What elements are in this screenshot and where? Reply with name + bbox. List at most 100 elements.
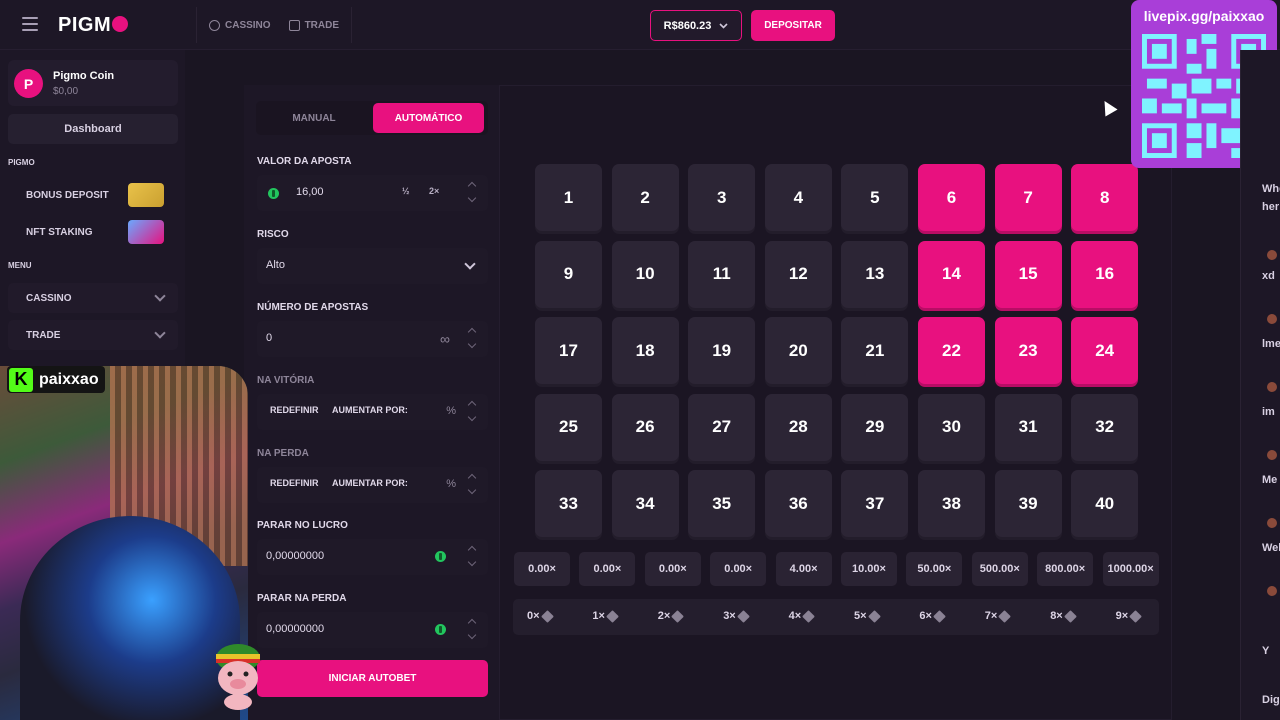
stop-profit-field[interactable]: 0,00000000 bbox=[257, 539, 488, 575]
start-autobet-button[interactable]: INICIAR AUTOBET bbox=[257, 660, 488, 697]
gem-icon bbox=[540, 609, 554, 623]
keno-tile[interactable]: 1 bbox=[535, 164, 602, 231]
stop-profit-value[interactable]: 0,00000000 bbox=[266, 550, 324, 562]
keno-tile[interactable]: 11 bbox=[688, 240, 756, 308]
coin-balance: $0,00 bbox=[53, 86, 79, 97]
keno-tile[interactable]: 17 bbox=[535, 317, 602, 385]
bet-amount-value[interactable]: 16,00 bbox=[296, 186, 324, 198]
hit-count-label: 5× bbox=[854, 610, 867, 622]
chat-message: Y bbox=[1262, 645, 1270, 657]
keno-tile[interactable]: 6 bbox=[918, 164, 985, 231]
num-bets-value[interactable]: 0 bbox=[266, 332, 272, 344]
keno-tile[interactable]: 34 bbox=[611, 470, 679, 538]
percent-sign: % bbox=[446, 478, 456, 490]
keno-tile[interactable]: 32 bbox=[1071, 393, 1139, 461]
sidebar-item-nft-staking[interactable]: NFT STAKING bbox=[8, 217, 178, 247]
keno-tile[interactable]: 26 bbox=[611, 393, 679, 461]
balance-selector[interactable]: R$860.23 bbox=[650, 10, 742, 41]
hit-count-cell: 0× bbox=[527, 609, 554, 623]
keno-tile[interactable]: 15 bbox=[994, 240, 1062, 308]
keno-tile[interactable]: 4 bbox=[764, 164, 832, 231]
menu-icon[interactable] bbox=[22, 17, 38, 31]
gift-chest-icon bbox=[128, 183, 164, 207]
nav-trade[interactable]: TRADE bbox=[288, 19, 339, 31]
keno-tile[interactable]: 5 bbox=[841, 164, 909, 231]
keno-tile[interactable]: 7 bbox=[994, 164, 1062, 231]
keno-tile[interactable]: 13 bbox=[841, 240, 909, 308]
keno-tile[interactable]: 8 bbox=[1071, 164, 1139, 231]
keno-tile[interactable]: 23 bbox=[994, 317, 1062, 385]
on-loss-stepper[interactable] bbox=[466, 473, 478, 497]
hit-count-label: 8× bbox=[1050, 610, 1063, 622]
keno-tile[interactable]: 30 bbox=[918, 393, 985, 461]
keno-tile[interactable]: 35 bbox=[688, 470, 756, 538]
keno-tile[interactable]: 2 bbox=[611, 164, 679, 231]
hits-row: 0× 1× 2× 3× 4× 5× 6× 7× 8× 9× bbox=[513, 599, 1159, 635]
on-loss-field[interactable]: REDEFINIR AUMENTAR POR: % bbox=[257, 467, 488, 503]
keno-tile[interactable]: 14 bbox=[918, 240, 985, 308]
chat-avatar-icon bbox=[1267, 382, 1277, 392]
chevron-down-icon bbox=[719, 22, 728, 29]
stop-profit-stepper[interactable] bbox=[466, 545, 478, 569]
keno-tile[interactable]: 28 bbox=[764, 393, 832, 461]
hit-count-cell: 1× bbox=[592, 609, 619, 623]
keno-tile[interactable]: 16 bbox=[1071, 240, 1139, 308]
double-button[interactable]: 2× bbox=[429, 186, 439, 196]
keno-tile[interactable]: 22 bbox=[918, 317, 985, 385]
tab-manual[interactable]: MANUAL bbox=[256, 101, 372, 135]
chat-avatar-icon bbox=[1267, 518, 1277, 528]
keno-tile[interactable]: 36 bbox=[764, 470, 832, 538]
bet-stepper[interactable] bbox=[466, 181, 478, 205]
keno-tile[interactable]: 20 bbox=[764, 317, 832, 385]
nft-staking-label: NFT STAKING bbox=[26, 226, 93, 238]
half-button[interactable]: ½ bbox=[402, 186, 410, 196]
keno-tile[interactable]: 27 bbox=[688, 393, 756, 461]
bet-amount-field[interactable]: 16,00 ½ 2× bbox=[257, 175, 488, 211]
on-loss-increase-button[interactable]: AUMENTAR POR: bbox=[332, 478, 408, 488]
dashboard-button[interactable]: Dashboard bbox=[8, 114, 178, 144]
on-win-stepper[interactable] bbox=[466, 400, 478, 424]
keno-tile[interactable]: 25 bbox=[535, 393, 602, 461]
keno-tile[interactable]: 9 bbox=[535, 240, 602, 308]
keno-tile[interactable]: 40 bbox=[1071, 470, 1139, 538]
keno-tile[interactable]: 24 bbox=[1071, 317, 1139, 385]
hit-count-cell: 7× bbox=[985, 609, 1012, 623]
risk-select[interactable]: Alto bbox=[257, 248, 488, 284]
pigmo-coin-card[interactable]: P Pigmo Coin $0,00 bbox=[8, 60, 178, 106]
on-win-increase-button[interactable]: AUMENTAR POR: bbox=[332, 405, 408, 415]
hit-count-cell: 3× bbox=[723, 609, 750, 623]
tab-automatic[interactable]: AUTOMÁTICO bbox=[373, 103, 484, 133]
on-loss-label: NA PERDA bbox=[257, 448, 309, 459]
on-win-reset-button[interactable]: REDEFINIR bbox=[270, 405, 319, 415]
num-bets-stepper[interactable] bbox=[466, 327, 478, 351]
sidebar-item-cassino[interactable]: CASSINO bbox=[8, 283, 178, 313]
keno-tile[interactable]: 21 bbox=[841, 317, 909, 385]
sidebar-item-trade[interactable]: TRADE bbox=[8, 320, 178, 350]
keno-tile[interactable]: 3 bbox=[688, 164, 756, 231]
keno-tile[interactable]: 29 bbox=[841, 393, 909, 461]
keno-tile[interactable]: 33 bbox=[535, 470, 602, 538]
infinity-icon[interactable]: ∞ bbox=[440, 331, 450, 347]
keno-tile[interactable]: 10 bbox=[611, 240, 679, 308]
chat-avatar-icon bbox=[1267, 586, 1277, 596]
keno-tile[interactable]: 37 bbox=[841, 470, 909, 538]
keno-tile[interactable]: 12 bbox=[764, 240, 832, 308]
on-win-field[interactable]: REDEFINIR AUMENTAR POR: % bbox=[257, 394, 488, 430]
pigmo-coin-icon: P bbox=[14, 69, 43, 98]
pigmo-logo[interactable]: PIGM bbox=[58, 14, 129, 37]
keno-tile[interactable]: 39 bbox=[994, 470, 1062, 538]
nft-chest-icon bbox=[128, 220, 164, 244]
chat-message: her bbox=[1262, 201, 1280, 213]
keno-tile[interactable]: 38 bbox=[918, 470, 985, 538]
deposit-button[interactable]: DEPOSITAR bbox=[751, 10, 835, 41]
keno-tile[interactable]: 19 bbox=[688, 317, 756, 385]
keno-tile[interactable]: 31 bbox=[994, 393, 1062, 461]
on-loss-reset-button[interactable]: REDEFINIR bbox=[270, 478, 319, 488]
keno-tile[interactable]: 18 bbox=[611, 317, 679, 385]
stop-loss-field[interactable]: 0,00000000 bbox=[257, 612, 488, 648]
num-bets-field[interactable]: 0 ∞ bbox=[257, 321, 488, 357]
nav-cassino[interactable]: CASSINO bbox=[209, 19, 271, 31]
stop-loss-value[interactable]: 0,00000000 bbox=[266, 623, 324, 635]
stop-loss-stepper[interactable] bbox=[466, 618, 478, 642]
sidebar-item-bonus-deposit[interactable]: BONUS DEPOSIT bbox=[8, 180, 178, 210]
